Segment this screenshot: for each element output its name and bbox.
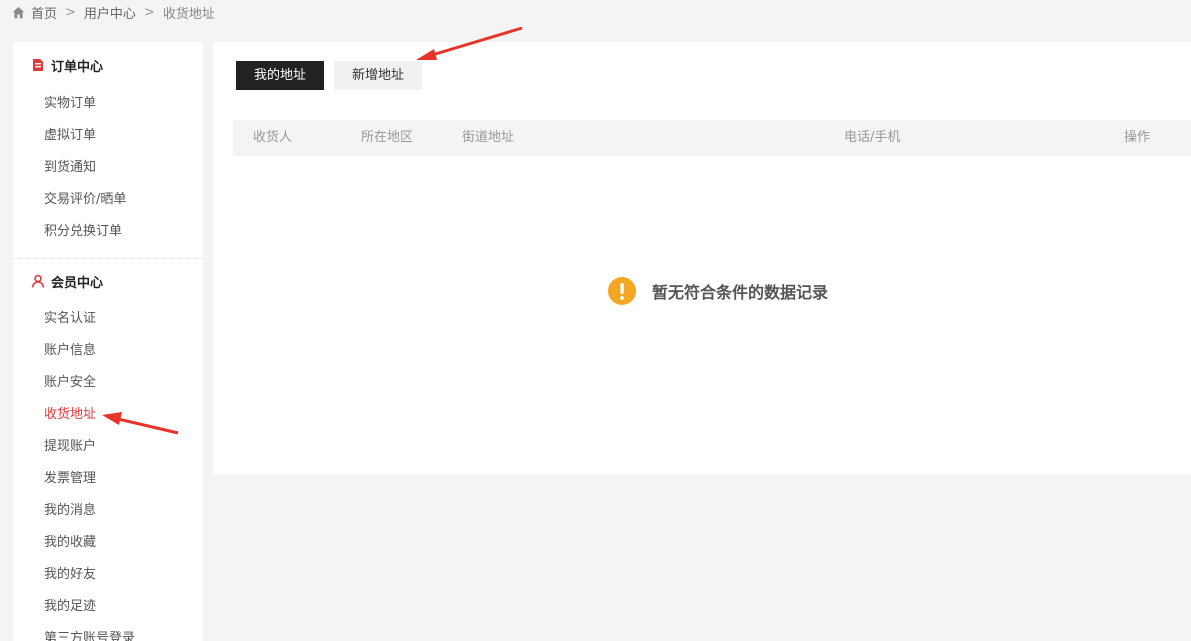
sidebar-section-title-orders: 订单中心 xyxy=(13,42,203,88)
tab-my-address[interactable]: 我的地址 xyxy=(236,61,324,90)
order-doc-icon xyxy=(33,59,43,71)
column-region: 所在地区 xyxy=(361,130,414,145)
sidebar-item-virtual-orders[interactable]: 虚拟订单 xyxy=(13,120,203,152)
sidebar-item-points-orders[interactable]: 积分兑换订单 xyxy=(13,216,203,248)
sidebar-section-title-label: 会员中心 xyxy=(51,275,104,291)
sidebar-item-friends[interactable]: 我的好友 xyxy=(13,559,203,591)
sidebar-section-title-label: 订单中心 xyxy=(51,59,104,75)
column-phone: 电话/手机 xyxy=(844,130,901,145)
empty-message: 暂无符合条件的数据记录 xyxy=(652,283,829,302)
sidebar-item-arrival-notice[interactable]: 到货通知 xyxy=(13,152,203,184)
sidebar-item-third-party-login[interactable]: 第三方账号登录 xyxy=(13,623,203,641)
breadcrumb-user-center[interactable]: 用户中心 xyxy=(84,3,136,22)
sidebar-item-real-name[interactable]: 实名认证 xyxy=(13,303,203,335)
empty-state: 暂无符合条件的数据记录 xyxy=(608,277,828,305)
user-icon xyxy=(31,274,45,288)
sidebar-item-account-security[interactable]: 账户安全 xyxy=(13,367,203,399)
breadcrumb-separator: > xyxy=(65,4,76,20)
warning-icon xyxy=(608,277,636,305)
sidebar-section-member: 会员中心 实名认证 账户信息 账户安全 收货地址 提现账户 发票管理 我的消息 … xyxy=(13,259,203,641)
sidebar-item-footprints[interactable]: 我的足迹 xyxy=(13,591,203,623)
sidebar-section-orders: 订单中心 实物订单 虚拟订单 到货通知 交易评价/晒单 积分兑换订单 xyxy=(13,42,203,259)
sidebar-item-shipping-address[interactable]: 收货地址 xyxy=(13,399,203,431)
address-table-header: 收货人 所在地区 街道地址 电话/手机 操作 xyxy=(233,120,1191,156)
sidebar-item-invoice[interactable]: 发票管理 xyxy=(13,463,203,495)
sidebar-item-account-info[interactable]: 账户信息 xyxy=(13,335,203,367)
sidebar-item-withdraw-account[interactable]: 提现账户 xyxy=(13,431,203,463)
add-address-button[interactable]: 新增地址 xyxy=(334,61,422,90)
column-action: 操作 xyxy=(1124,130,1151,145)
sidebar-member-list: 实名认证 账户信息 账户安全 收货地址 提现账户 发票管理 我的消息 我的收藏 … xyxy=(13,303,203,641)
breadcrumb: 首页 > 用户中心 > 收货地址 xyxy=(12,3,215,22)
sidebar-item-physical-orders[interactable]: 实物订单 xyxy=(13,88,203,120)
breadcrumb-home[interactable]: 首页 xyxy=(31,3,57,22)
main-panel: 我的地址 新增地址 收货人 所在地区 街道地址 电话/手机 操作 暂无符合条件的… xyxy=(213,42,1191,474)
sidebar-order-list: 实物订单 虚拟订单 到货通知 交易评价/晒单 积分兑换订单 xyxy=(13,88,203,248)
sidebar-section-title-member: 会员中心 xyxy=(13,259,203,303)
column-receiver: 收货人 xyxy=(253,130,293,145)
sidebar: 订单中心 实物订单 虚拟订单 到货通知 交易评价/晒单 积分兑换订单 会员中心 … xyxy=(13,42,203,641)
sidebar-item-favorites[interactable]: 我的收藏 xyxy=(13,527,203,559)
sidebar-item-reviews[interactable]: 交易评价/晒单 xyxy=(13,184,203,216)
breadcrumb-separator: > xyxy=(143,4,155,20)
breadcrumb-current: 收货地址 xyxy=(162,6,215,22)
column-street: 街道地址 xyxy=(462,130,515,145)
address-tabs: 我的地址 新增地址 xyxy=(236,61,422,90)
sidebar-item-messages[interactable]: 我的消息 xyxy=(13,495,203,527)
home-icon xyxy=(12,6,25,18)
